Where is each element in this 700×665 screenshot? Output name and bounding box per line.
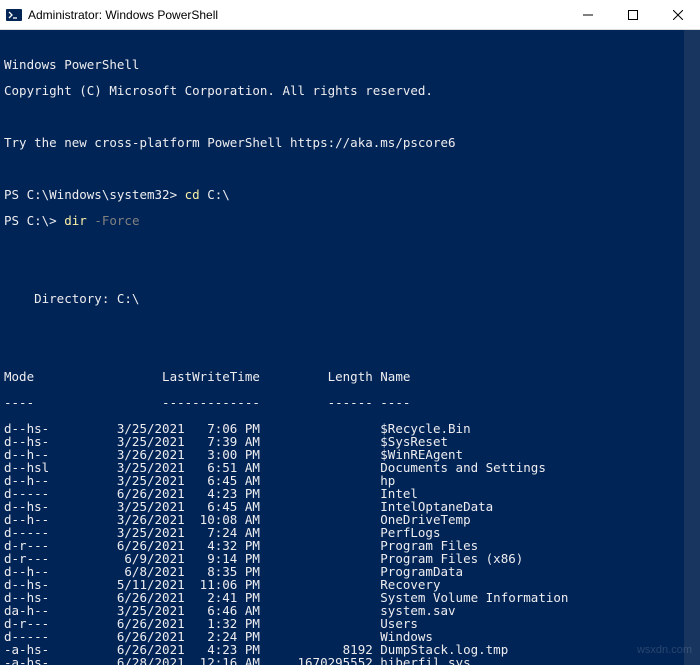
directory-label: Directory: C:\ [4, 292, 696, 305]
titlebar: Administrator: Windows PowerShell [0, 0, 700, 30]
blank-line [4, 240, 696, 253]
prompt-line: PS C:\Windows\system32> cd C:\ [4, 188, 696, 201]
prompt-line: PS C:\> dir -Force [4, 214, 696, 227]
maximize-button[interactable] [610, 0, 655, 30]
blank-line [4, 110, 696, 123]
blank-line [4, 266, 696, 279]
blank-line [4, 318, 696, 331]
listing-divider: ---- ------------- ------ ---- [4, 396, 696, 409]
scrollbar[interactable] [684, 30, 700, 665]
intro-line: Try the new cross-platform PowerShell ht… [4, 136, 696, 149]
blank-line [4, 162, 696, 175]
minimize-button[interactable] [565, 0, 610, 30]
close-button[interactable] [655, 0, 700, 30]
window-controls [565, 0, 700, 30]
listing-rows: d--hs- 3/25/2021 7:06 PM $Recycle.Bind--… [4, 422, 696, 665]
table-row: -a-hs- 6/28/2021 12:16 AM 1670295552 hib… [4, 656, 696, 665]
window-title: Administrator: Windows PowerShell [28, 8, 565, 22]
blank-line [4, 344, 696, 357]
watermark: wsxdn.com [637, 644, 692, 657]
intro-line: Windows PowerShell [4, 58, 696, 71]
terminal[interactable]: Windows PowerShell Copyright (C) Microso… [0, 30, 700, 665]
listing-header: Mode LastWriteTime Length Name [4, 370, 696, 383]
powershell-icon [6, 7, 22, 23]
intro-line: Copyright (C) Microsoft Corporation. All… [4, 84, 696, 97]
